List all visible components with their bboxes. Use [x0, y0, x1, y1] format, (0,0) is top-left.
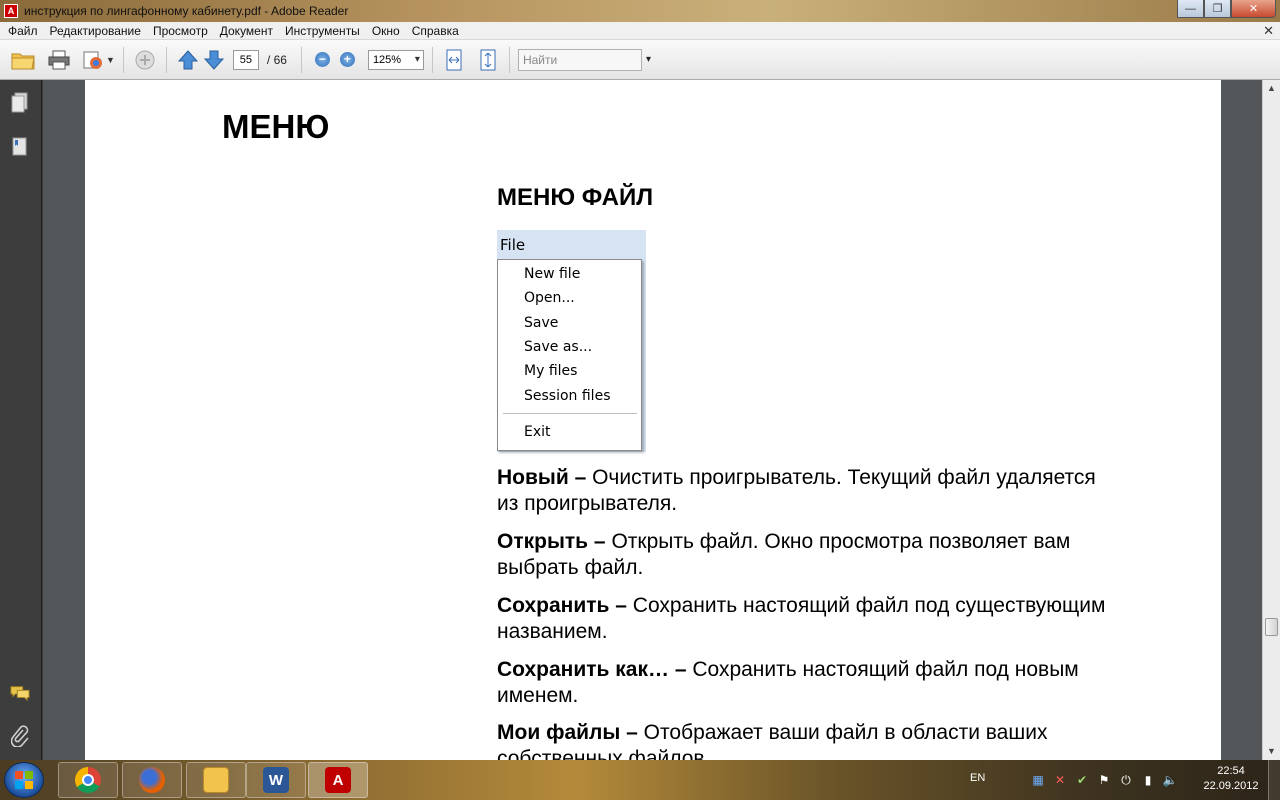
- system-tray: EN ▦ ✕ ✔ ⚑ ⏻ ▮ 🔈 22:54 22.09.2012: [970, 760, 1280, 800]
- document-close-icon[interactable]: ✕: [1263, 23, 1274, 39]
- signal-tray-icon[interactable]: ▮: [1140, 772, 1156, 788]
- term-save: Сохранить –: [497, 594, 627, 617]
- toolbar-separator: [300, 46, 302, 73]
- term-new: Новый –: [497, 466, 587, 489]
- taskbar-chrome[interactable]: [58, 762, 118, 798]
- network-tray-icon[interactable]: ▦: [1030, 772, 1046, 788]
- security-tray-icon[interactable]: ✔: [1074, 772, 1090, 788]
- menu-separator: [503, 413, 637, 414]
- paragraph-save: Сохранить – Сохранить настоящий файл под…: [497, 593, 1117, 645]
- menu-edit[interactable]: Редактирование: [44, 24, 147, 38]
- menu-item-session-files: Session files: [524, 388, 611, 404]
- fit-width-icon[interactable]: [441, 47, 467, 73]
- acrobat-icon: A: [325, 767, 351, 793]
- minimize-button[interactable]: —: [1177, 0, 1204, 18]
- power-tray-icon[interactable]: ⏻: [1118, 772, 1134, 788]
- toolbar-separator: [431, 46, 433, 73]
- menu-bar: Файл Редактирование Просмотр Документ Ин…: [0, 22, 1280, 40]
- window-title: инструкция по лингафонному кабинету.pdf …: [24, 4, 349, 18]
- menu-window[interactable]: Окно: [366, 24, 406, 38]
- zoom-out-button[interactable]: −: [314, 52, 330, 67]
- menu-item-my-files: My files: [524, 363, 578, 379]
- clock-date: 22.09.2012: [1203, 780, 1259, 792]
- bookmarks-icon[interactable]: [10, 136, 30, 158]
- taskbar-explorer[interactable]: [186, 762, 246, 798]
- taskbar-adobe-reader[interactable]: A: [308, 762, 368, 798]
- find-dropdown-icon[interactable]: ▾: [646, 54, 651, 65]
- scrollbar-thumb[interactable]: [1265, 618, 1278, 636]
- term-open: Открыть –: [497, 530, 606, 553]
- close-button[interactable]: ✕: [1231, 0, 1276, 18]
- flag-tray-icon[interactable]: ⚑: [1096, 772, 1112, 788]
- taskbar-word[interactable]: W: [246, 762, 306, 798]
- menu-item-new-file: New file: [524, 266, 581, 282]
- file-menu-dropdown: New file Open... Save Save as... My file…: [497, 259, 642, 451]
- word-icon: W: [263, 767, 289, 793]
- language-indicator[interactable]: EN: [970, 772, 985, 784]
- toolbar-separator: [508, 46, 510, 73]
- pdf-page: МЕНЮ МЕНЮ ФАЙЛ File New file Open... Sav…: [85, 80, 1221, 760]
- description-new: Очистить проигрыватель. Текущий файл уда…: [497, 466, 1096, 515]
- comments-icon[interactable]: [10, 682, 30, 704]
- clock-time: 22:54: [1217, 765, 1245, 777]
- file-menu-title: File: [500, 236, 526, 254]
- term-my-files: Мои файлы –: [497, 721, 638, 744]
- open-folder-icon[interactable]: [10, 47, 36, 73]
- file-menu-screenshot: File New file Open... Save Save as... My…: [497, 230, 646, 452]
- page-number-input[interactable]: 55: [232, 49, 259, 70]
- page-total: / 66: [266, 52, 287, 67]
- next-page-icon[interactable]: [201, 47, 227, 73]
- scroll-down-arrow-icon[interactable]: ▼: [1263, 743, 1280, 760]
- toolbar-separator: [122, 46, 124, 73]
- hand-tool-icon[interactable]: [132, 47, 158, 73]
- menu-item-save-as: Save as...: [524, 339, 593, 355]
- title-bar: A инструкция по лингафонному кабинету.pd…: [0, 0, 1280, 22]
- menu-file[interactable]: Файл: [0, 24, 44, 38]
- share-icon[interactable]: [80, 47, 106, 73]
- menu-tools[interactable]: Инструменты: [279, 24, 366, 38]
- toolbar: ▼ 55 / 66 − + 125% Найти ▾: [0, 40, 1280, 80]
- zoom-in-button[interactable]: +: [339, 52, 355, 67]
- share-dropdown-icon[interactable]: ▼: [106, 55, 115, 65]
- scroll-up-arrow-icon[interactable]: ▲: [1263, 80, 1280, 97]
- document-viewport[interactable]: МЕНЮ МЕНЮ ФАЙЛ File New file Open... Sav…: [43, 80, 1262, 760]
- paragraph-open: Открыть – Открыть файл. Окно просмотра п…: [497, 529, 1117, 581]
- menu-item-exit: Exit: [524, 424, 551, 440]
- term-save-as: Сохранить как… –: [497, 658, 687, 681]
- firefox-icon: [139, 767, 165, 793]
- page-thumbnails-icon[interactable]: [10, 92, 30, 114]
- menu-help[interactable]: Справка: [406, 24, 465, 38]
- tray-x-icon[interactable]: ✕: [1052, 772, 1068, 788]
- paragraph-my-files: Мои файлы – Отображает ваши файл в облас…: [497, 720, 1117, 760]
- toolbar-separator: [165, 46, 167, 73]
- volume-tray-icon[interactable]: 🔈: [1162, 772, 1178, 788]
- window-controls: — ❐ ✕: [1177, 0, 1276, 18]
- paragraph-new: Новый – Очистить проигрыватель. Текущий …: [497, 465, 1117, 517]
- print-icon[interactable]: [46, 47, 72, 73]
- chrome-icon: [75, 767, 101, 793]
- previous-page-icon[interactable]: [175, 47, 201, 73]
- taskbar: W A EN ▦ ✕ ✔ ⚑ ⏻ ▮ 🔈 22:54 22.09.2012: [0, 760, 1280, 800]
- adobe-reader-app-icon: A: [4, 4, 18, 18]
- menu-view[interactable]: Просмотр: [147, 24, 214, 38]
- zoom-select[interactable]: 125%: [367, 49, 424, 70]
- menu-document[interactable]: Документ: [214, 24, 279, 38]
- fit-page-icon[interactable]: [475, 47, 501, 73]
- clock[interactable]: 22:54 22.09.2012: [1196, 764, 1266, 794]
- menu-item-open: Open...: [524, 290, 575, 306]
- paragraph-save-as: Сохранить как… – Сохранить настоящий фай…: [497, 657, 1117, 709]
- explorer-icon: [203, 767, 229, 793]
- taskbar-firefox[interactable]: [122, 762, 182, 798]
- attachments-icon[interactable]: [10, 725, 30, 747]
- menu-item-save: Save: [524, 315, 559, 331]
- page-heading: МЕНЮ: [222, 108, 330, 145]
- start-button[interactable]: [4, 762, 44, 798]
- find-input[interactable]: Найти: [517, 48, 642, 71]
- section-heading: МЕНЮ ФАЙЛ: [497, 184, 654, 211]
- maximize-button[interactable]: ❐: [1204, 0, 1231, 18]
- navigation-panel: [0, 80, 42, 760]
- vertical-scrollbar[interactable]: ▲ ▼: [1262, 80, 1280, 760]
- show-desktop-button[interactable]: [1268, 760, 1280, 800]
